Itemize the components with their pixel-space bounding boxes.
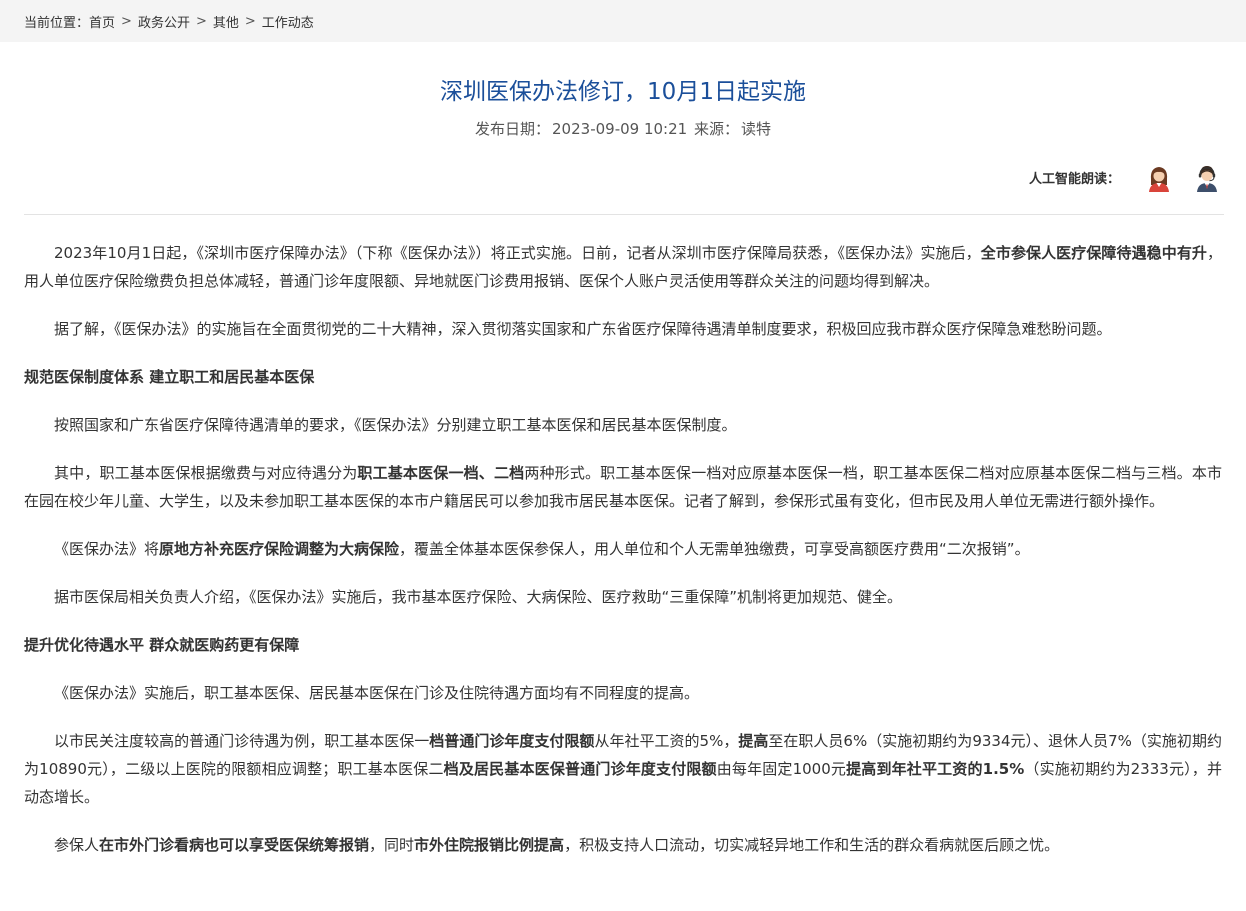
- paragraph-text: ，覆盖全体基本医保参保人，用人单位和个人无需单独缴费，可享受高额医疗费用“二次报…: [399, 540, 1030, 558]
- male-reader-icon[interactable]: [1192, 162, 1222, 192]
- source-value: 读特: [740, 120, 771, 138]
- article-paragraph: 据市医保局相关负责人介绍，《医保办法》实施后，我市基本医疗保险、大病保险、医疗救…: [24, 583, 1222, 611]
- article-paragraph: 2023年10月1日起，《深圳市医疗保障办法》（下称《医保办法》）将正式实施。日…: [24, 239, 1222, 295]
- paragraph-text: 由每年固定1000元: [716, 760, 847, 778]
- breadcrumb-separator: >: [195, 13, 207, 29]
- article-paragraph: 其中，职工基本医保根据缴费与对应待遇分为职工基本医保一档、二档两种形式。职工基本…: [24, 459, 1222, 515]
- ai-reader-label: 人工智能朗读：: [1028, 171, 1120, 187]
- article-paragraph: 参保人在市外门诊看病也可以享受医保统筹报销，同时市外住院报销比例提高，积极支持人…: [24, 831, 1222, 859]
- header-divider: [24, 214, 1224, 215]
- section-heading: 规范医保制度体系 建立职工和居民基本医保: [24, 368, 315, 386]
- bold-text: 职工基本医保一档、二档: [357, 464, 525, 482]
- paragraph-text: 《医保办法》将: [54, 540, 160, 558]
- source-label: 来源：: [693, 120, 739, 138]
- breadcrumb-home-link[interactable]: 首页: [89, 12, 115, 31]
- breadcrumb-separator: >: [121, 13, 132, 29]
- article-paragraph: 《医保办法》实施后，职工基本医保、居民基本医保在门诊及住院待遇方面均有不同程度的…: [24, 679, 1222, 707]
- article-meta: 发布日期： 2023-09-09 10:21 来源： 读特: [0, 118, 1246, 140]
- paragraph-text: ，积极支持人口流动，切实减轻异地工作和生活的群众看病就医后顾之忧。: [564, 836, 1060, 854]
- paragraph-text: 2023年10月1日起，《深圳市医疗保障办法》（下称《医保办法》）将正式实施。日…: [54, 244, 981, 262]
- paragraph-text: 以市民关注度较高的普通门诊待遇为例，职工基本医保一: [54, 732, 430, 750]
- breadcrumb-label: 当前位置：: [24, 15, 90, 31]
- article-paragraph: 按照国家和广东省医疗保障待遇清单的要求，《医保办法》分别建立职工基本医保和居民基…: [24, 411, 1222, 439]
- bold-text: 在市外门诊看病也可以享受医保统筹报销: [99, 836, 370, 854]
- bold-text: 全市参保人医疗保障待遇稳中有升: [980, 244, 1207, 262]
- bold-text: 档及居民基本医保普通门诊年度支付限额: [443, 760, 717, 778]
- paragraph-text: 据市医保局相关负责人介绍，《医保办法》实施后，我市基本医疗保险、大病保险、医疗救…: [54, 588, 903, 606]
- bold-text: 提高到年社平工资的1.5%: [846, 760, 1025, 778]
- bold-text: 市外住院报销比例提高: [414, 836, 565, 854]
- paragraph-text: 据了解，《医保办法》的实施旨在全面贯彻党的二十大精神，深入贯彻落实国家和广东省医…: [54, 320, 1112, 338]
- article-paragraph: 以市民关注度较高的普通门诊待遇为例，职工基本医保一档普通门诊年度支付限额从年社平…: [24, 727, 1222, 811]
- publish-date: 2023-09-09 10:21: [552, 120, 688, 138]
- breadcrumb-gov-affairs-link[interactable]: 政务公开: [138, 12, 190, 31]
- article-body: 2023年10月1日起，《深圳市医疗保障办法》（下称《医保办法》）将正式实施。日…: [24, 239, 1222, 859]
- paragraph-text: 其中，职工基本医保根据缴费与对应待遇分为: [54, 464, 358, 482]
- breadcrumb-separator: >: [244, 13, 256, 29]
- paragraph-text: 参保人: [54, 836, 100, 854]
- breadcrumb: 当前位置： 首页 > 政务公开 > 其他 > 工作动态: [0, 0, 1246, 42]
- breadcrumb-work-news-link[interactable]: 工作动态: [262, 12, 314, 31]
- paragraph-text: 《医保办法》实施后，职工基本医保、居民基本医保在门诊及住院待遇方面均有不同程度的…: [54, 684, 700, 702]
- bold-text: 提高: [738, 732, 769, 750]
- bold-text: 档普通门诊年度支付限额: [429, 732, 595, 750]
- paragraph-text: ，同时: [369, 836, 415, 854]
- section-heading: 提升优化待遇水平 群众就医购药更有保障: [24, 636, 300, 654]
- ai-reader-bar: 人工智能朗读：: [0, 160, 1222, 194]
- paragraph-text: 按照国家和广东省医疗保障待遇清单的要求，《医保办法》分别建立职工基本医保和居民基…: [54, 416, 737, 434]
- female-reader-icon[interactable]: [1144, 162, 1174, 192]
- paragraph-text: 从年社平工资的5%，: [594, 732, 739, 750]
- article-paragraph: 据了解，《医保办法》的实施旨在全面贯彻党的二十大精神，深入贯彻落实国家和广东省医…: [24, 315, 1222, 343]
- article-title: 深圳医保办法修订，10月1日起实施: [440, 79, 806, 105]
- publish-date-label: 发布日期：: [475, 120, 551, 138]
- article-paragraph: 《医保办法》将原地方补充医疗保险调整为大病保险，覆盖全体基本医保参保人，用人单位…: [24, 535, 1222, 563]
- bold-text: 原地方补充医疗保险调整为大病保险: [159, 540, 400, 558]
- breadcrumb-other-link[interactable]: 其他: [213, 12, 239, 31]
